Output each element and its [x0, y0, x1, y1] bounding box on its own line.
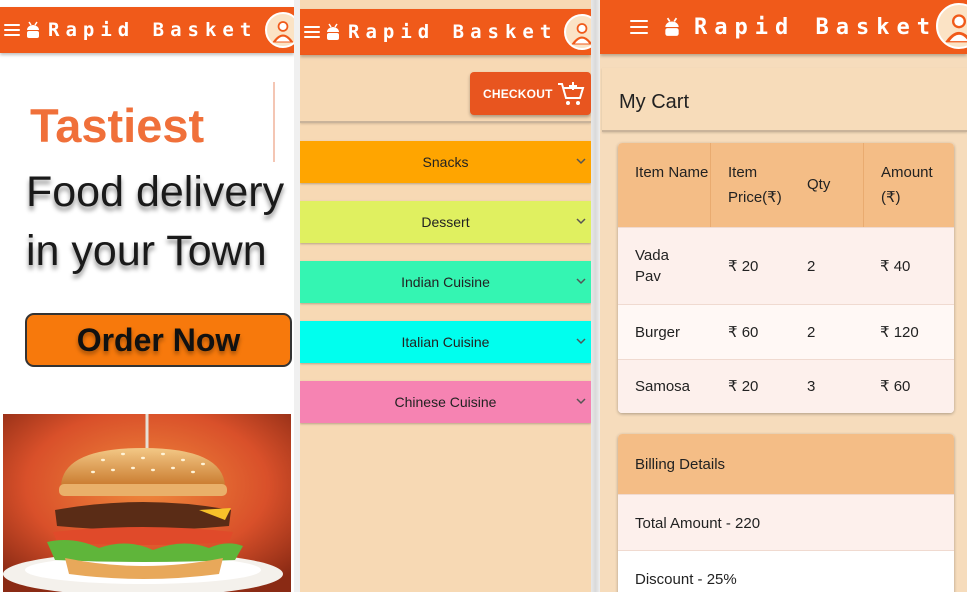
item-price: ₹ 60 [728, 323, 759, 341]
chevron-down-icon [575, 335, 587, 347]
category-snacks[interactable]: Snacks [300, 141, 591, 183]
android-bot-icon [26, 21, 40, 39]
checkout-bar: CHECKOUT [300, 55, 591, 123]
order-now-button[interactable]: Order Now [25, 313, 292, 367]
table-row: Vada Pav ₹ 20 2 ₹ 40 [618, 227, 954, 304]
chevron-down-icon [575, 275, 587, 287]
app-screens: Rapid Basket Tastiest Food delivery in y… [0, 0, 967, 592]
item-qty: 2 [807, 323, 816, 341]
category-chinese-cuisine[interactable]: Chinese Cuisine [300, 381, 591, 423]
hero-headline: Tastiest [30, 99, 205, 152]
chevron-down-icon [575, 215, 587, 227]
cart-table: Item Name Item Price(₹) Qty Amount (₹) V… [618, 143, 954, 413]
menu-icon[interactable] [4, 24, 20, 36]
page-title: My Cart [619, 91, 689, 113]
table-row: Burger ₹ 60 2 ₹ 120 [618, 304, 954, 359]
screen-gap [591, 0, 600, 592]
checkout-label: CHECKOUT [483, 86, 553, 101]
category-label: Italian Cuisine [401, 334, 490, 350]
burger-image [3, 414, 291, 592]
item-price: ₹ 20 [728, 257, 759, 275]
item-name: Burger [635, 323, 681, 341]
item-amount: ₹ 40 [880, 257, 911, 275]
column-header-item-name: Item Name [618, 143, 711, 227]
category-label: Indian Cuisine [401, 274, 490, 290]
column-header-amount: Amount (₹) [863, 143, 954, 227]
billing-details-card: Billing Details Total Amount - 220 Disco… [618, 434, 954, 592]
hero-tagline-line1: Food delivery [26, 168, 285, 216]
menu-screen: Rapid Basket CHECKOUT Snacks Dessert Ind… [300, 0, 591, 592]
item-amount: ₹ 60 [880, 378, 911, 395]
app-bar: Rapid Basket [300, 9, 591, 55]
item-amount: ₹ 120 [880, 323, 919, 341]
chevron-down-icon [575, 395, 587, 407]
category-label: Chinese Cuisine [394, 394, 497, 410]
checkout-button[interactable]: CHECKOUT [470, 72, 591, 115]
hero-divider [273, 82, 275, 162]
brand-title: Rapid Basket [348, 21, 558, 43]
app-bar: Rapid Basket [600, 0, 967, 54]
item-qty: 3 [807, 378, 816, 395]
column-header-qty: Qty [807, 176, 831, 193]
cart-header: My Cart [602, 68, 967, 132]
category-label: Snacks [422, 154, 469, 170]
table-row: Samosa ₹ 20 3 ₹ 60 [618, 359, 954, 413]
category-label: Dessert [421, 214, 470, 230]
hero-tagline-line2: in your Town [26, 227, 267, 275]
item-qty: 2 [807, 257, 816, 275]
category-italian-cuisine[interactable]: Italian Cuisine [300, 321, 591, 363]
home-screen: Rapid Basket Tastiest Food delivery in y… [0, 0, 294, 592]
chevron-down-icon [575, 155, 587, 167]
brand-title: Rapid Basket [694, 14, 937, 40]
item-name: Vada Pav [635, 247, 669, 285]
android-bot-icon [326, 23, 340, 41]
cart-screen: Rapid Basket My Cart Item Name Item Pric… [600, 0, 967, 592]
brand-title: Rapid Basket [48, 19, 258, 41]
column-header-item-price: Item Price(₹) [728, 164, 782, 206]
billing-title: Billing Details [618, 434, 954, 494]
menu-icon[interactable] [304, 26, 320, 38]
app-bar: Rapid Basket [0, 7, 294, 53]
discount: Discount - 25% [618, 550, 954, 592]
item-name: Samosa [635, 378, 691, 395]
total-amount: Total Amount - 220 [618, 494, 954, 550]
category-indian-cuisine[interactable]: Indian Cuisine [300, 261, 591, 303]
user-avatar-icon[interactable] [265, 12, 294, 48]
item-price: ₹ 20 [728, 378, 759, 395]
table-header: Item Name Item Price(₹) Qty Amount (₹) [618, 143, 954, 227]
android-bot-icon [664, 17, 680, 37]
menu-icon[interactable] [630, 20, 648, 34]
category-dessert[interactable]: Dessert [300, 201, 591, 243]
cart-add-icon [557, 81, 585, 107]
